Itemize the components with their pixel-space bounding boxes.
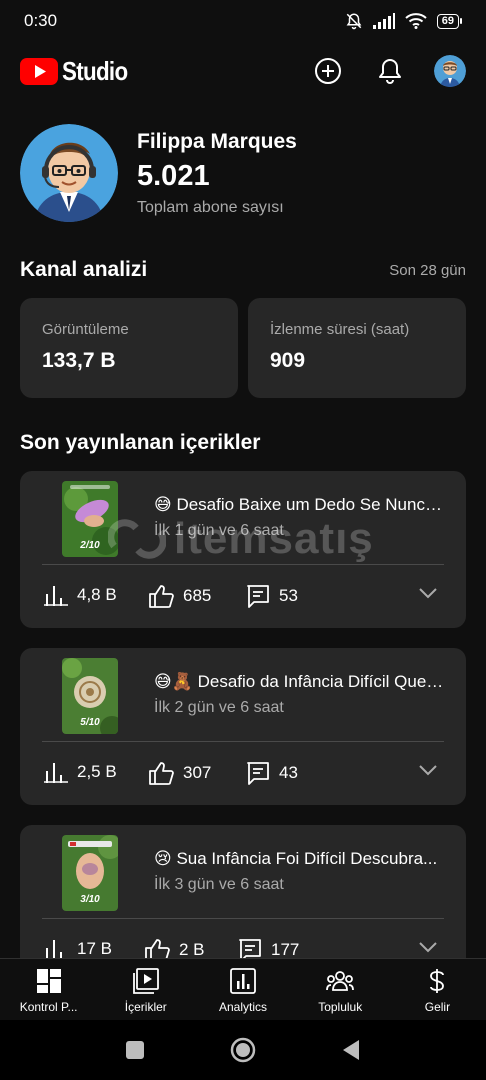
dollar-icon bbox=[430, 969, 445, 993]
watch-time-label: İzlenme süresi (saat) bbox=[270, 321, 410, 338]
youtube-studio-logo[interactable]: Studio bbox=[20, 56, 138, 87]
bar-chart-icon bbox=[44, 940, 68, 960]
video-age: İlk 1 gün ve 6 saat bbox=[154, 522, 284, 539]
dashboard-icon bbox=[36, 969, 61, 993]
watch-time-value: 909 bbox=[270, 349, 306, 372]
bar-chart-icon bbox=[44, 586, 68, 606]
notifications-button[interactable] bbox=[372, 53, 408, 89]
likes-count: 2 B bbox=[179, 940, 205, 959]
watch-time-card[interactable]: İzlenme süresi (saat) 909 bbox=[248, 298, 466, 398]
video-title: 😅🧸 Desafio da Infância Difícil Quem... bbox=[154, 672, 446, 691]
chevron-down-icon[interactable] bbox=[418, 587, 438, 599]
video-thumbnail[interactable]: 3/10 bbox=[62, 835, 118, 911]
views-count: 17 B bbox=[77, 939, 112, 958]
video-title: 😢 Sua Infância Foi Difícil Descubra... bbox=[154, 849, 438, 868]
views-value: 133,7 B bbox=[42, 349, 116, 372]
comments-count: 177 bbox=[271, 940, 300, 959]
analytics-icon bbox=[230, 968, 256, 994]
analytics-title: Kanal analizi bbox=[20, 258, 148, 281]
views-stat: 2,5 B bbox=[44, 761, 117, 783]
status-bar: 0:30 69 bbox=[0, 0, 486, 42]
battery-level: 69 bbox=[436, 13, 459, 29]
analytics-header: Kanal analizi Son 28 gün bbox=[20, 258, 466, 282]
views-stat: 17 B bbox=[44, 938, 112, 960]
content-icon bbox=[132, 968, 159, 994]
likes-stat: 685 bbox=[148, 584, 211, 608]
views-label: Görüntüleme bbox=[42, 321, 129, 338]
video-thumbnail[interactable]: 5/10 bbox=[62, 658, 118, 734]
content-item[interactable]: 2/10 😅 Desafio Baixe um Dedo Se Nunca...… bbox=[20, 471, 466, 628]
comments-stat: 53 bbox=[246, 584, 298, 608]
status-time: 0:30 bbox=[24, 11, 58, 30]
thumb-up-icon bbox=[149, 762, 174, 785]
home-button[interactable] bbox=[230, 1037, 256, 1063]
thumb-up-icon bbox=[149, 585, 174, 608]
likes-stat: 307 bbox=[148, 761, 211, 785]
views-count: 2,5 B bbox=[77, 762, 117, 781]
chevron-down-icon[interactable] bbox=[418, 764, 438, 776]
app-header: Studio bbox=[0, 48, 486, 94]
bell-icon bbox=[379, 59, 401, 84]
recents-button[interactable] bbox=[125, 1040, 145, 1060]
channel-avatar-image bbox=[20, 124, 118, 222]
subscriber-label: Toplam abone sayısı bbox=[137, 198, 284, 216]
nav-community[interactable]: Topluluk bbox=[292, 959, 389, 1020]
wifi-icon bbox=[405, 13, 427, 29]
chevron-down-icon[interactable] bbox=[418, 941, 438, 953]
comments-count: 43 bbox=[279, 763, 298, 782]
nav-earn[interactable]: Gelir bbox=[389, 959, 486, 1020]
thumbnail-label: 2/10 bbox=[80, 540, 100, 551]
signal-icon bbox=[372, 13, 395, 29]
video-age: İlk 2 gün ve 6 saat bbox=[154, 699, 284, 716]
nav-earn-label: Gelir bbox=[424, 1000, 451, 1014]
header-actions bbox=[310, 53, 466, 89]
account-avatar[interactable] bbox=[434, 55, 466, 87]
divider bbox=[42, 564, 444, 565]
nav-community-label: Topluluk bbox=[318, 1000, 363, 1014]
video-thumbnail[interactable]: 2/10 bbox=[62, 481, 118, 557]
nav-content[interactable]: İçerikler bbox=[97, 959, 194, 1020]
recent-header: Son yayınlanan içerikler bbox=[20, 431, 466, 455]
thumbnail-label: 5/10 bbox=[80, 717, 100, 728]
status-icons: 69 bbox=[345, 12, 462, 30]
thumbnail-label: 3/10 bbox=[80, 894, 100, 905]
bottom-nav: Kontrol P... İçerikler Analytics Toplulu… bbox=[0, 958, 486, 1020]
channel-name: Filippa Marques bbox=[137, 129, 297, 153]
battery-icon: 69 bbox=[436, 13, 462, 29]
channel-summary: Filippa Marques 5.021 Toplam abone sayıs… bbox=[20, 124, 297, 222]
comments-count: 53 bbox=[279, 586, 298, 605]
nav-analytics[interactable]: Analytics bbox=[194, 959, 291, 1020]
create-button[interactable] bbox=[310, 53, 346, 89]
likes-count: 685 bbox=[183, 586, 212, 605]
views-card[interactable]: Görüntüleme 133,7 B bbox=[20, 298, 238, 398]
analytics-period: Son 28 gün bbox=[389, 261, 466, 279]
nav-dashboard-label: Kontrol P... bbox=[19, 1000, 78, 1014]
nav-dashboard[interactable]: Kontrol P... bbox=[0, 959, 97, 1020]
back-button[interactable] bbox=[341, 1039, 361, 1061]
community-icon bbox=[326, 971, 355, 991]
add-icon bbox=[315, 58, 341, 84]
system-nav-bar bbox=[0, 1020, 486, 1080]
views-stat: 4,8 B bbox=[44, 584, 117, 606]
divider bbox=[42, 918, 444, 919]
likes-count: 307 bbox=[183, 763, 212, 782]
comment-icon bbox=[247, 585, 269, 608]
silent-bell-icon bbox=[346, 13, 362, 30]
logo-text: Studio bbox=[62, 55, 128, 86]
avatar-image bbox=[434, 55, 466, 87]
comments-stat: 43 bbox=[246, 761, 298, 785]
bar-chart-icon bbox=[44, 763, 68, 783]
recent-title: Son yayınlanan içerikler bbox=[20, 431, 261, 454]
divider bbox=[42, 741, 444, 742]
nav-content-label: İçerikler bbox=[124, 1000, 167, 1014]
channel-avatar[interactable] bbox=[20, 124, 118, 222]
video-age: İlk 3 gün ve 6 saat bbox=[154, 876, 284, 893]
nav-analytics-label: Analytics bbox=[218, 1000, 268, 1014]
subscriber-count: 5.021 bbox=[137, 159, 210, 192]
views-count: 4,8 B bbox=[77, 585, 117, 604]
content-item[interactable]: 5/10 😅🧸 Desafio da Infância Difícil Quem… bbox=[20, 648, 466, 805]
comment-icon bbox=[247, 762, 269, 785]
video-title: 😅 Desafio Baixe um Dedo Se Nunca... bbox=[154, 495, 446, 514]
youtube-play-icon bbox=[20, 57, 58, 85]
